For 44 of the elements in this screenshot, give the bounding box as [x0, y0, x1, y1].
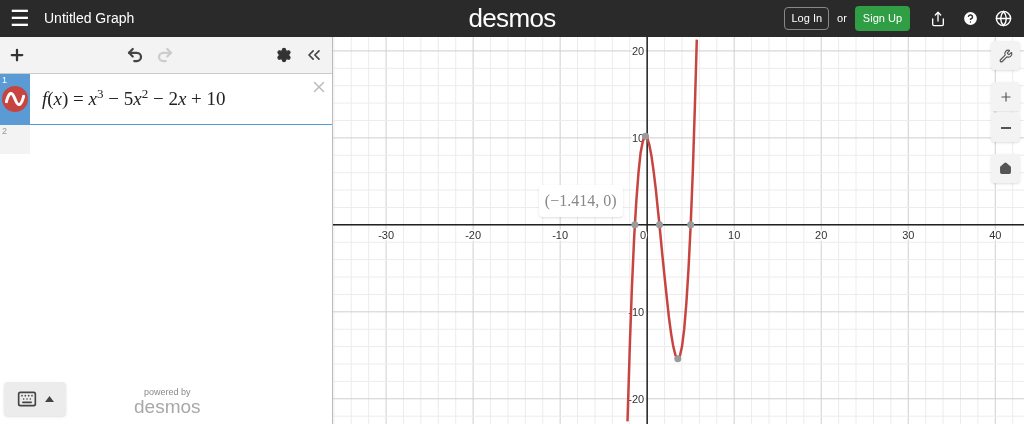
settings-icon[interactable]: [276, 47, 292, 63]
menu-button[interactable]: ☰: [8, 7, 32, 30]
point-marker[interactable]: [674, 355, 682, 363]
desmos-brand: desmos: [134, 397, 201, 416]
expression-input[interactable]: f(x) = x$^{3}$ − 5x$^{2}$ − 2x + 10: [42, 84, 226, 114]
keyboard-icon: [16, 389, 37, 409]
globe-icon[interactable]: [995, 10, 1012, 27]
keyboard-button[interactable]: [4, 382, 66, 416]
help-icon[interactable]: [962, 10, 979, 27]
tick-label: 20: [631, 44, 645, 57]
line-number: 2: [2, 125, 7, 138]
tick-label: 10: [728, 228, 741, 241]
wrench-icon: [998, 48, 1013, 63]
minus-icon: [1000, 126, 1011, 129]
home-button[interactable]: [991, 154, 1020, 183]
powered-by-text: powered by: [144, 388, 191, 397]
tick-label: 0: [640, 228, 647, 241]
undo-icon[interactable]: [126, 46, 144, 64]
tick-label: -10: [552, 228, 569, 241]
tick-label: 20: [815, 228, 828, 241]
tick-label: -30: [378, 228, 395, 241]
zoom-out-button[interactable]: [991, 113, 1020, 142]
settings-wrench-button[interactable]: [991, 41, 1020, 70]
line-number: 1: [2, 74, 7, 87]
or-text: or: [837, 11, 847, 27]
login-button[interactable]: Log In: [784, 7, 830, 30]
point-marker[interactable]: [656, 221, 663, 229]
point-marker[interactable]: [687, 221, 695, 229]
add-icon[interactable]: [8, 46, 26, 64]
plus-icon: [998, 89, 1013, 104]
point-marker[interactable]: [631, 221, 639, 229]
point-label: (−1.414, 0): [538, 184, 623, 217]
tick-label: -20: [465, 228, 482, 241]
caret-icon: [44, 396, 54, 402]
home-icon: [999, 162, 1012, 175]
point-marker[interactable]: [642, 132, 649, 140]
tick-label: 40: [989, 228, 1002, 241]
tick-label: -20: [628, 392, 645, 405]
desmos-logo: desmos: [468, 2, 556, 35]
curve-icon[interactable]: [2, 86, 28, 112]
graph-title: Untitled Graph: [44, 9, 135, 28]
share-icon[interactable]: [930, 10, 946, 27]
expression-row[interactable]: 1 f(x) = x$^{3}$ − 5x$^{2}$ − 2x + 10: [0, 74, 332, 125]
tick-label: 30: [902, 228, 915, 241]
